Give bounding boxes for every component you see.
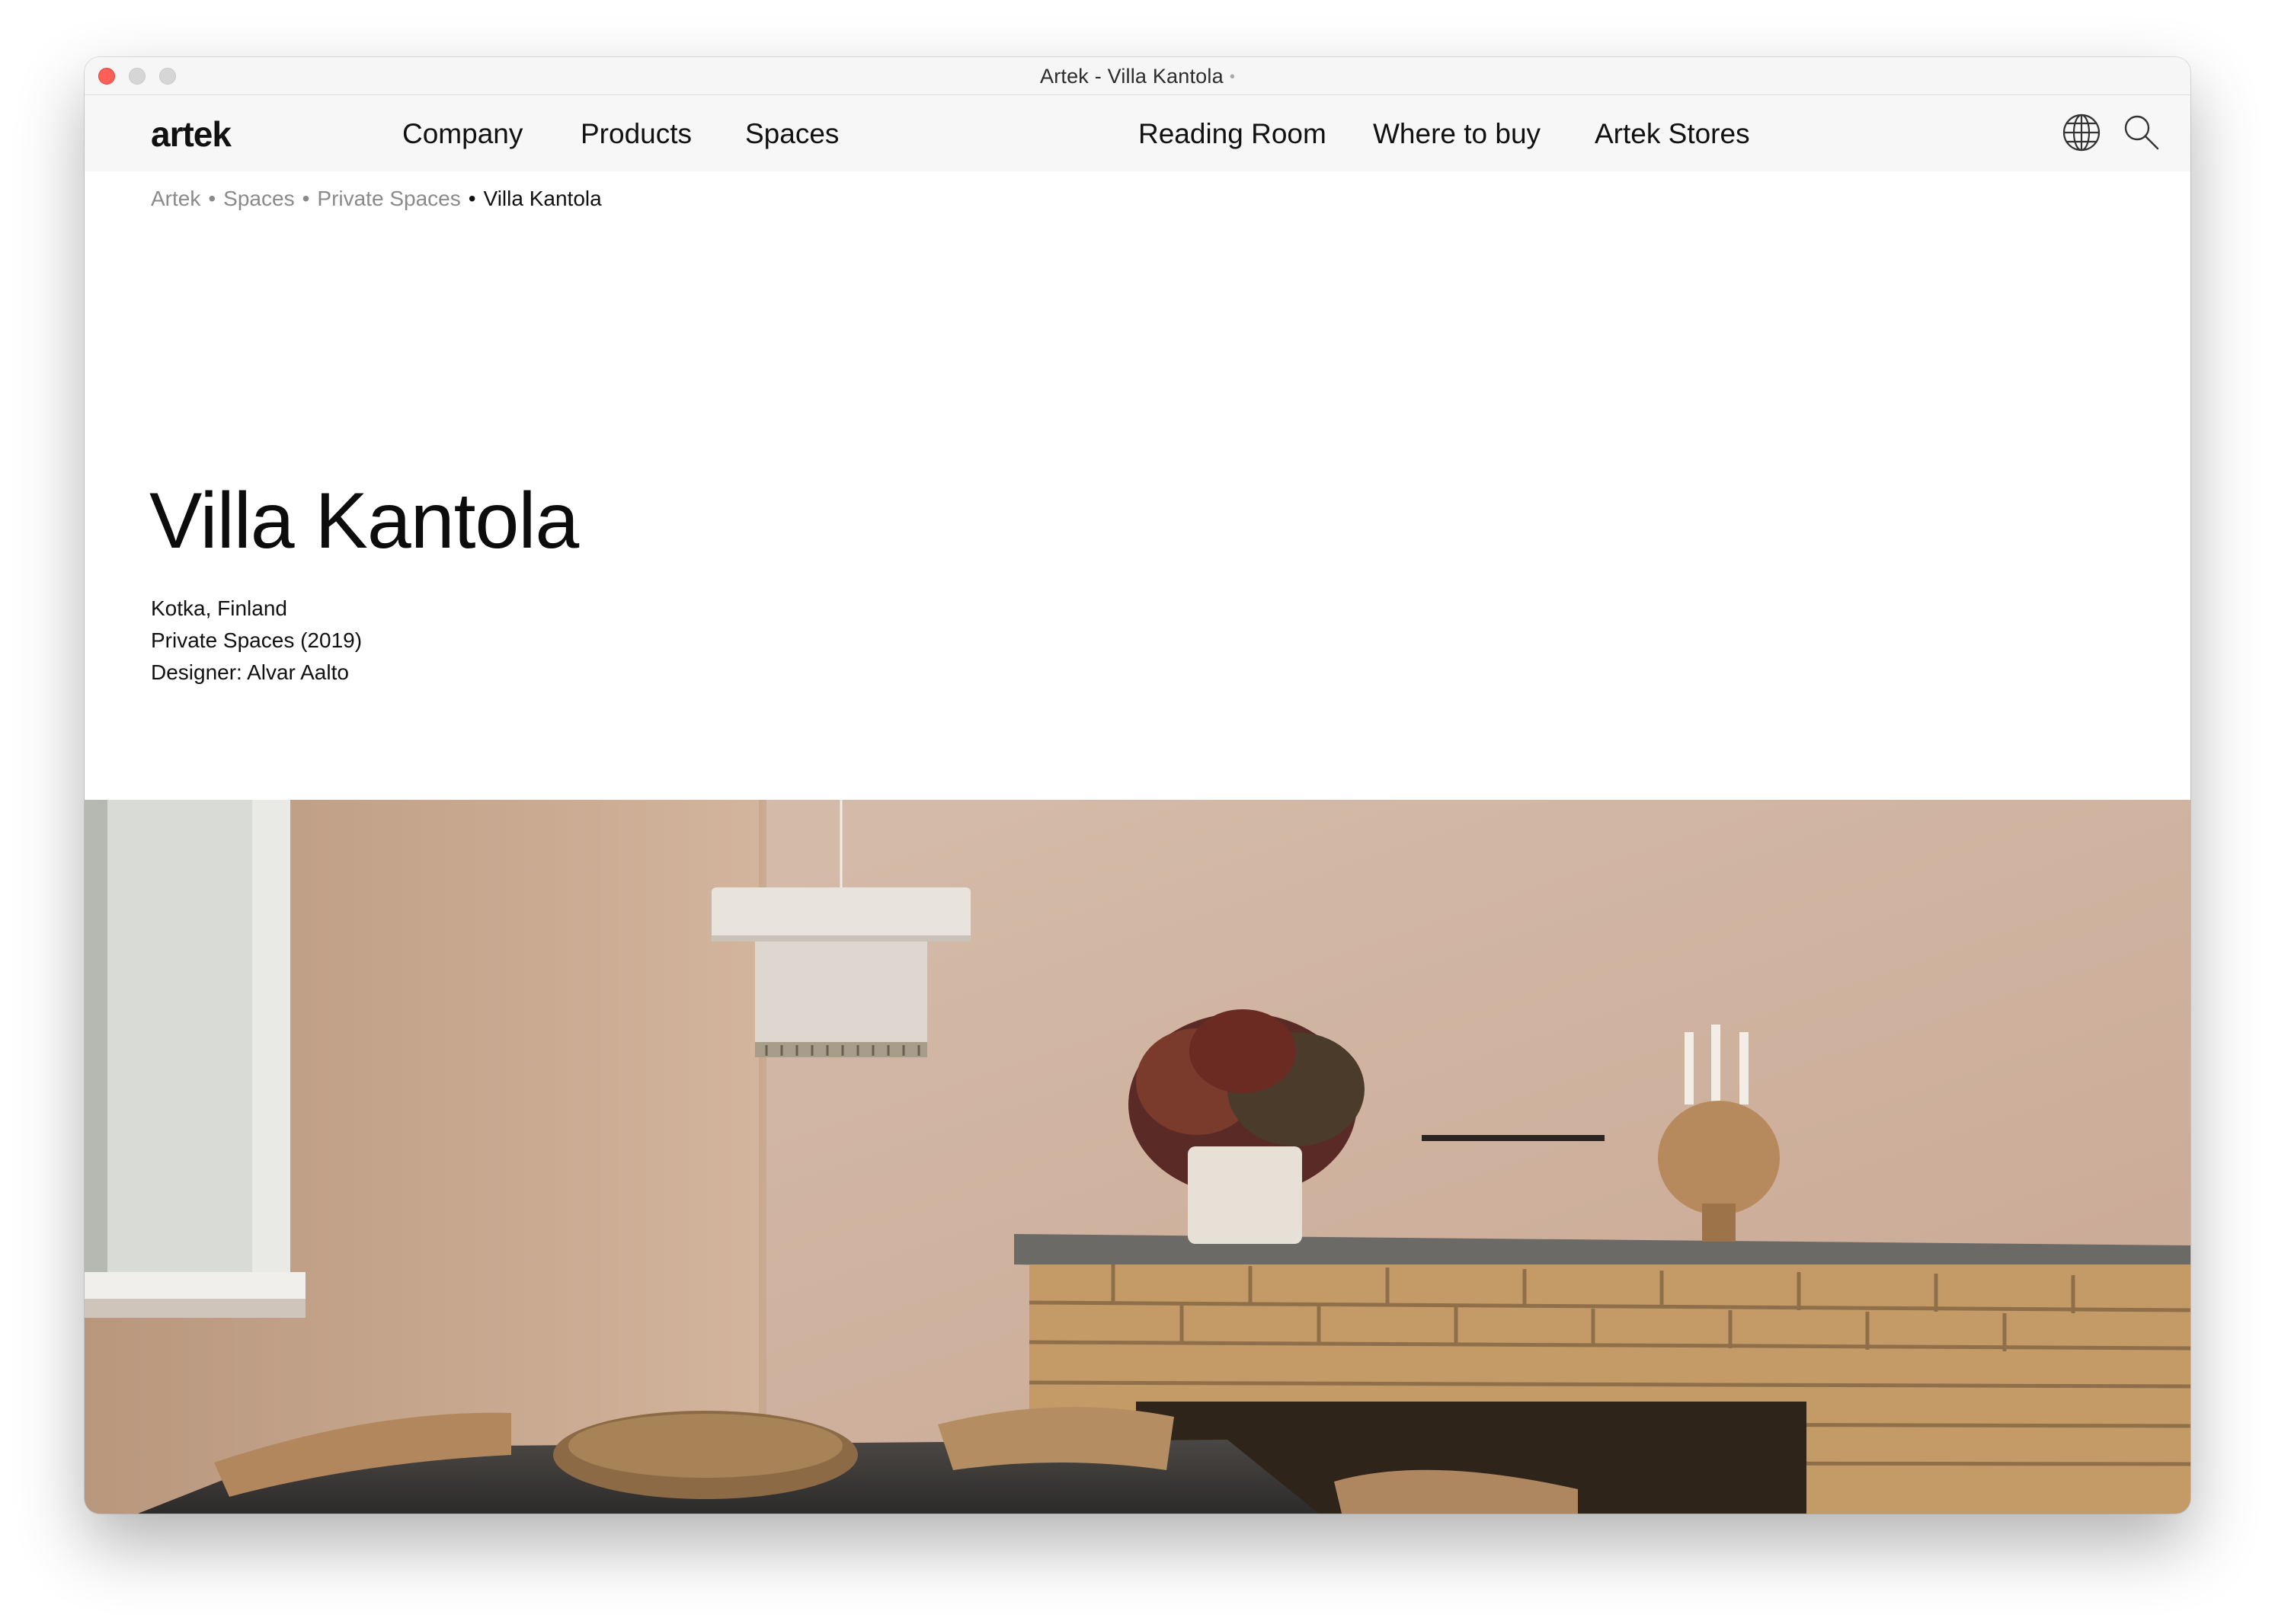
window-title-dot: • xyxy=(1229,69,1236,85)
window-title: Artek - Villa Kantola • xyxy=(85,65,2190,88)
nav-reading-room[interactable]: Reading Room xyxy=(1138,118,1326,150)
project-category: Private Spaces (2019) xyxy=(151,628,363,652)
breadcrumb: Artek • Spaces • Private Spaces • Villa Kantol… xyxy=(151,187,602,211)
project-location: Kotka, Finland xyxy=(151,596,287,620)
window-title-text: Artek - Villa Kantola xyxy=(1039,65,1224,88)
browser-window: Artek - Villa Kantola • artek Company Pro… xyxy=(85,57,2190,1514)
breadcrumb-current: Villa Kantola xyxy=(483,187,602,210)
nav-artek-stores[interactable]: Artek Stores xyxy=(1595,118,1750,150)
nav-products[interactable]: Products xyxy=(581,118,692,150)
artek-logo[interactable]: artek xyxy=(151,113,232,155)
search-icon[interactable] xyxy=(2120,112,2161,153)
project-designer: Designer: Alvar Aalto xyxy=(151,660,349,684)
window-titlebar: Artek - Villa Kantola • xyxy=(85,57,2190,95)
nav-where-to-buy[interactable]: Where to buy xyxy=(1373,118,1541,150)
breadcrumb-spaces[interactable]: Spaces xyxy=(223,187,294,210)
nav-company[interactable]: Company xyxy=(402,118,523,150)
breadcrumb-separator: • xyxy=(468,187,476,210)
site-header: artek Company Products Spaces Reading Ro… xyxy=(85,95,2190,171)
hero-image xyxy=(85,800,2190,1514)
breadcrumb-private-spaces[interactable]: Private Spaces xyxy=(317,187,460,210)
breadcrumb-separator: • xyxy=(208,187,216,210)
nav-spaces[interactable]: Spaces xyxy=(745,118,839,150)
breadcrumb-artek[interactable]: Artek xyxy=(151,187,200,210)
breadcrumb-separator: • xyxy=(302,187,310,210)
page-title: Villa Kantola xyxy=(149,477,579,565)
globe-icon[interactable] xyxy=(2061,112,2102,153)
